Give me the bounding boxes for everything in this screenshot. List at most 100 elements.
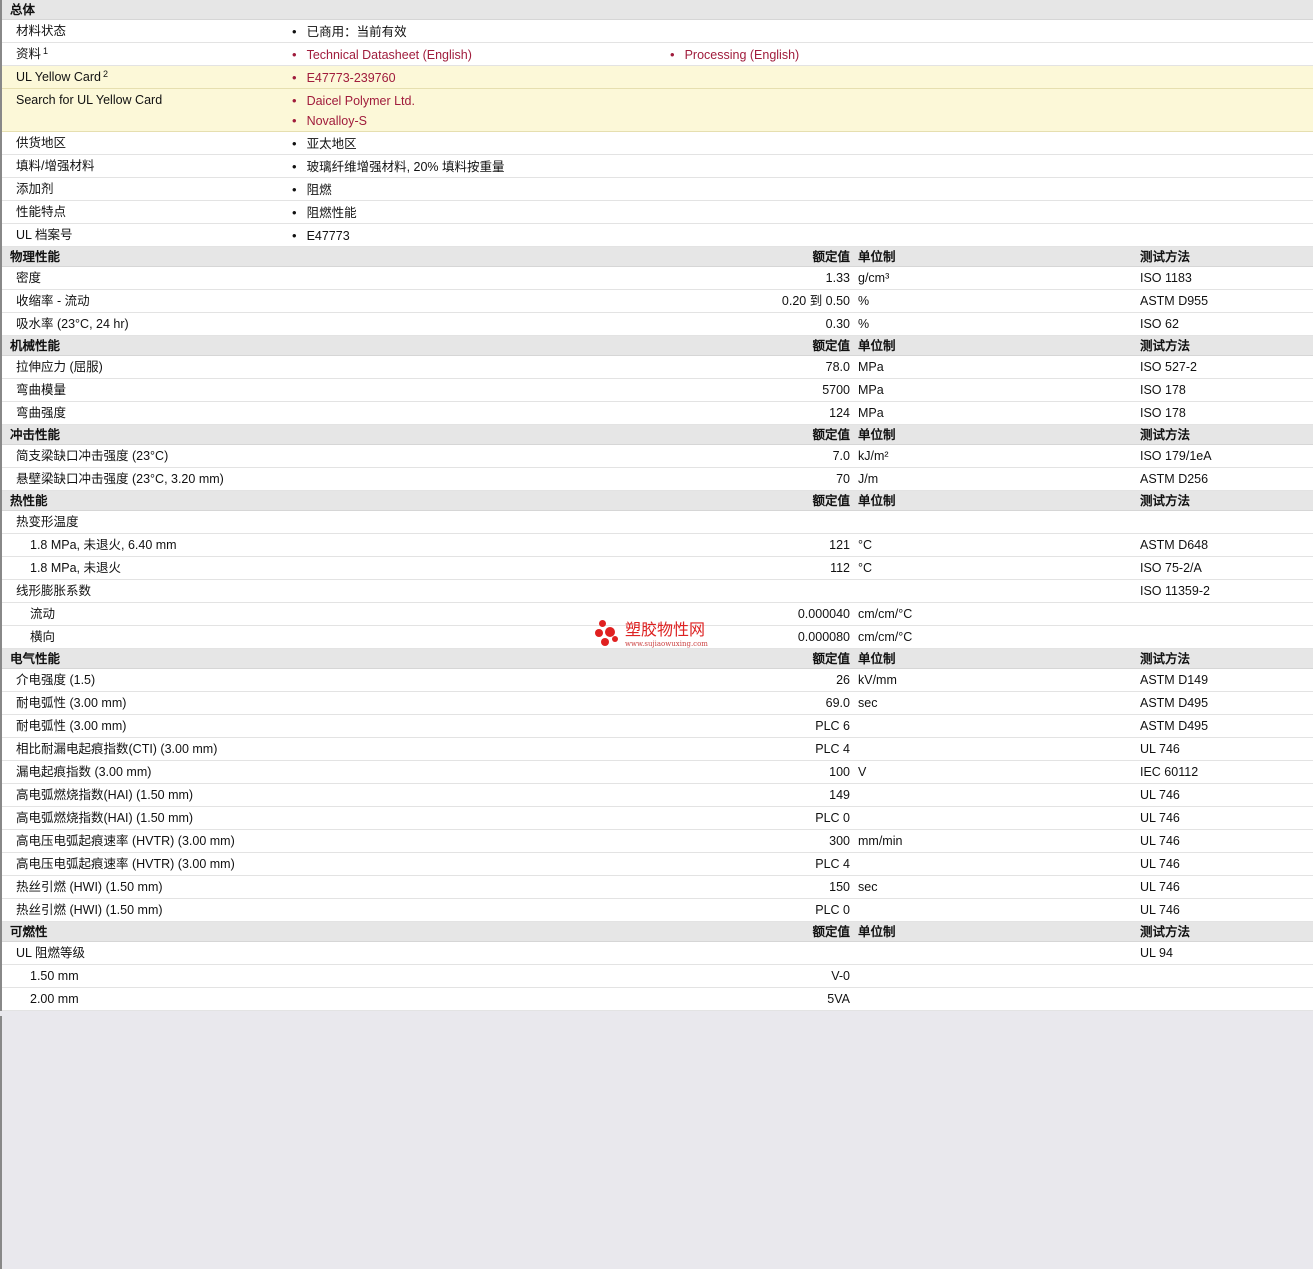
row-unit: % [858,294,870,308]
row-method: UL 746 [1140,903,1180,917]
section-header-thermal: 热性能 额定值 单位制 测试方法 [2,491,1313,511]
row-value: 阻燃 [292,178,332,202]
datasheet-table: 总体 材料状态 已商用：当前有效 资料1 Technical Datasheet… [0,0,1313,1011]
row-unit: kJ/m² [858,449,889,463]
row-label: 高电弧燃烧指数(HAI) (1.50 mm) [16,811,194,825]
table-row: 收缩率 - 流动 0.20 到 0.50 % ASTM D955 [2,290,1313,313]
row-value: 0.000040 [797,607,850,621]
col-header-unit: 单位制 [858,925,896,939]
row-label: 密度 [16,271,42,285]
row-unit: V [858,765,867,779]
table-row: 高电压电弧起痕速率 (HVTR) (3.00 mm) 300 mm/min UL 74… [2,830,1313,853]
row-value: 149 [829,788,850,802]
section-header-impact: 冲击性能 额定值 单位制 测试方法 [2,425,1313,445]
row-method: ISO 11359-2 [1140,584,1210,598]
watermark-url: www.sujiaowuxing.com [625,640,708,648]
table-row: 高电弧燃烧指数(HAI) (1.50 mm) PLC 0 UL 746 [2,807,1313,830]
row-label: 耐电弧性 (3.00 mm) [16,696,127,710]
processing-link[interactable]: Processing (English) [670,43,800,67]
row-label: 横向 [30,630,56,644]
row-unit: g/cm³ [858,271,890,285]
watermark-logo-icon [595,618,621,648]
section-title: 物理性能 [10,250,61,264]
novalloy-link[interactable]: Novalloy-S [292,109,367,133]
row-value: 5VA [827,992,850,1006]
row-value: 1.33 [825,271,850,285]
row-label: 收缩率 - 流动 [16,294,90,308]
row-value: 112 [830,561,850,575]
row-value: 0.000080 [797,630,850,644]
row-unit: mm/min [858,834,903,848]
table-row: 弯曲模量 5700 MPa ISO 178 [2,379,1313,402]
row-value: PLC 4 [815,742,850,756]
row-value: 69.0 [825,696,850,710]
row-label: 耐电弧性 (3.00 mm) [16,719,127,733]
row-documents: 资料1 Technical Datasheet (English) Proces… [2,43,1313,66]
row-label: 1.8 MPa, 未退火 [30,561,121,575]
row-label: 热丝引燃 (HWI) (1.50 mm) [16,880,163,894]
row-method: ISO 178 [1140,383,1186,397]
row-label: 资料 1 [16,46,49,61]
section-header-physical: 物理性能 额定值 单位制 测试方法 [2,247,1313,267]
section-title: 可燃性 [10,925,48,939]
row-value: 78.0 [825,360,850,374]
row-label: 流动 [30,607,56,621]
row-method: ASTM D648 [1140,538,1209,552]
row-method: UL 746 [1140,834,1180,848]
section-header-general: 总体 [2,0,1313,20]
row-unit: °C [858,561,873,575]
row-method: ISO 179/1eA [1140,449,1212,463]
section-header-electrical: 电气性能 额定值 单位制 测试方法 [2,649,1313,669]
col-header-unit: 单位制 [858,494,896,508]
row-value: 玻璃纤维增强材料, 20% 填料按重量 [292,155,505,179]
row-label: UL 阻燃等级 [16,946,85,960]
row-value: 121 [829,538,850,552]
technical-datasheet-link[interactable]: Technical Datasheet (English) [292,43,472,67]
table-row: 耐电弧性 (3.00 mm) PLC 6 ASTM D495 [2,715,1313,738]
row-filler: 填料/增强材料 玻璃纤维增强材料, 20% 填料按重量 [2,155,1313,178]
row-label: UL Yellow Card 2 [16,69,109,84]
row-label: 漏电起痕指数 (3.00 mm) [16,765,152,779]
row-value: PLC 0 [815,903,850,917]
row-label: 热变形温度 [16,515,79,529]
page-border [0,1016,2,1269]
row-value: 100 [829,765,850,779]
col-header-method: 测试方法 [1140,428,1191,442]
col-header-value: 额定值 [812,250,850,264]
row-value: 7.0 [832,449,850,463]
row-label: 材料状态 [16,24,67,38]
table-row: 弯曲强度 124 MPa ISO 178 [2,402,1313,425]
row-method: ASTM D256 [1140,472,1209,486]
row-label: 供货地区 [16,136,67,150]
row-method: UL 746 [1140,788,1180,802]
row-value: 26 [836,673,850,687]
watermark: 塑胶物性网 www.sujiaowuxing.com [595,618,735,652]
row-label: 性能特点 [16,205,67,219]
row-unit: sec [858,696,878,710]
section-header-flammability: 可燃性 额定值 单位制 测试方法 [2,922,1313,942]
electrical-rows: 介电强度 (1.5) 26 kV/mm ASTM D149 耐电弧性 (3.00 mm)… [2,669,1313,922]
col-header-method: 测试方法 [1140,339,1191,353]
row-unit: kV/mm [858,673,897,687]
row-value: 阻燃性能 [292,201,357,225]
row-label: 1.50 mm [30,969,79,983]
row-label: 添加剂 [16,182,54,196]
table-row: 悬壁梁缺口冲击强度 (23°C, 3.20 mm) 70 J/m ASTM D2… [2,468,1313,491]
table-row: 漏电起痕指数 (3.00 mm) 100 V IEC 60112 [2,761,1313,784]
table-row: 相比耐漏电起痕指数(CTI) (3.00 mm) PLC 4 UL 746 [2,738,1313,761]
row-method: ASTM D955 [1140,294,1209,308]
row-method: ASTM D495 [1140,696,1209,710]
row-unit: MPa [858,360,884,374]
section-header-mechanical: 机械性能 额定值 单位制 测试方法 [2,336,1313,356]
table-row: 1.8 MPa, 未退火 112 °C ISO 75-2/A [2,557,1313,580]
row-label: 高电压电弧起痕速率 (HVTR) (3.00 mm) [16,834,235,848]
row-label: 高电压电弧起痕速率 (HVTR) (3.00 mm) [16,857,235,871]
row-label: Search for UL Yellow Card [16,93,163,107]
row-label: 1.8 MPa, 未退火, 6.40 mm [30,538,177,552]
row-method: UL 94 [1140,946,1173,960]
row-method: IEC 60112 [1140,765,1199,779]
row-label: 相比耐漏电起痕指数(CTI) (3.00 mm) [16,742,218,756]
ul-yellow-card-link[interactable]: E47773-239760 [292,66,396,90]
row-method: ISO 1183 [1140,271,1192,285]
col-header-method: 测试方法 [1140,652,1191,666]
